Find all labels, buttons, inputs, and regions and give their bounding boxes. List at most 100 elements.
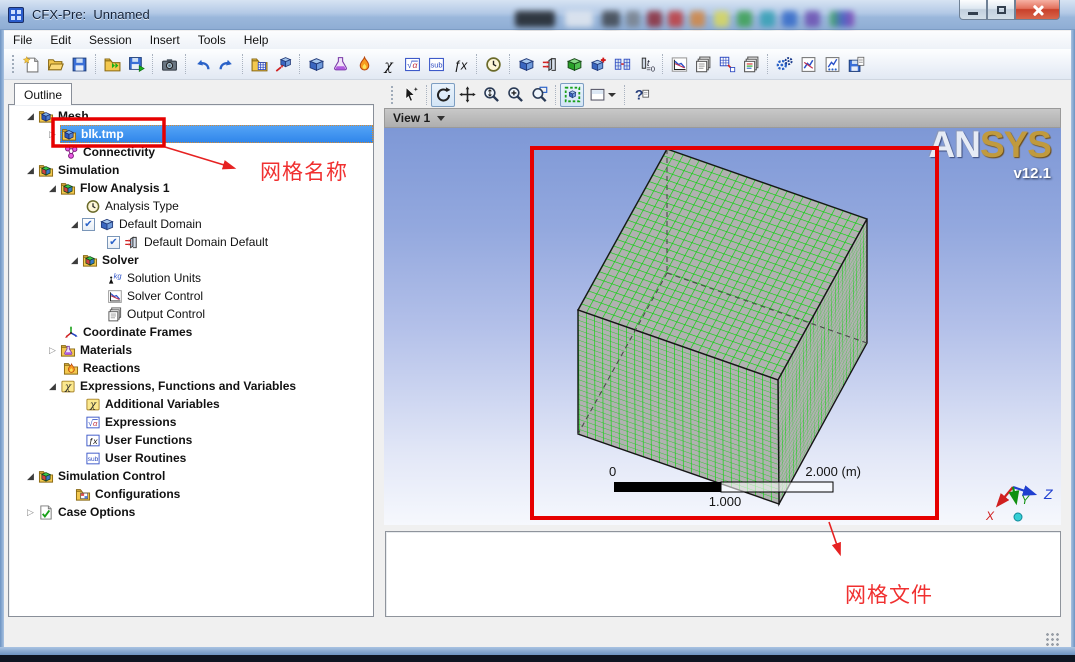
toolbar-separator: [185, 54, 186, 74]
tree-row-expressions-functions-variables[interactable]: Expressions, Functions and Variables: [9, 377, 373, 395]
tree-row-solver-control[interactable]: Solver Control: [9, 287, 373, 305]
execution-control-button[interactable]: [715, 52, 739, 76]
tree-row-expressions[interactable]: Expressions: [9, 413, 373, 431]
title-bar[interactable]: CFX-Pre: Unnamed: [0, 0, 1075, 30]
tree-row-user-routines[interactable]: User Routines: [9, 449, 373, 467]
pan-button[interactable]: [455, 83, 479, 107]
zoom-in-button[interactable]: [503, 83, 527, 107]
expander-open-icon[interactable]: [23, 467, 38, 485]
expander-open-icon[interactable]: [67, 251, 82, 269]
expander-closed-icon[interactable]: [45, 341, 60, 359]
redo-button[interactable]: [214, 52, 238, 76]
create-user-function-button[interactable]: [448, 52, 472, 76]
select-button[interactable]: [398, 83, 422, 107]
expander-open-icon[interactable]: [67, 215, 82, 233]
expander-closed-icon[interactable]: [23, 503, 38, 521]
x-axis-label: X: [985, 509, 995, 523]
menu-session[interactable]: Session: [80, 32, 141, 48]
create-material-button[interactable]: [328, 52, 352, 76]
tree-row-simulation[interactable]: Simulation: [9, 161, 373, 179]
create-reaction-button[interactable]: [352, 52, 376, 76]
expander-open-icon[interactable]: [45, 179, 60, 197]
tree-row-output-control[interactable]: Output Control: [9, 305, 373, 323]
global-initialization-button[interactable]: [634, 52, 658, 76]
minimize-button[interactable]: [959, 0, 987, 20]
menu-insert[interactable]: Insert: [141, 32, 189, 48]
tree-row-default-domain-default[interactable]: Default Domain Default: [9, 233, 373, 251]
checkbox-checked[interactable]: [107, 236, 120, 249]
import-ccl-button[interactable]: [100, 52, 124, 76]
expander-open-icon[interactable]: [45, 377, 60, 395]
transform-mesh-button[interactable]: [271, 52, 295, 76]
tree-row-solver[interactable]: Solver: [9, 251, 373, 269]
insert-boundary-button[interactable]: [538, 52, 562, 76]
solver-control-button[interactable]: [667, 52, 691, 76]
tree-row-user-functions[interactable]: User Functions: [9, 431, 373, 449]
expander-open-icon[interactable]: [23, 161, 38, 179]
viewport-3d[interactable]: 0 2.000 (m) 1.000 Z X Y ANSYS v12.1: [384, 128, 1061, 525]
user-functions-icon: [85, 433, 101, 448]
tree-row-default-domain[interactable]: Default Domain: [9, 215, 373, 233]
insert-source-point-button[interactable]: [586, 52, 610, 76]
menu-file[interactable]: File: [4, 32, 41, 48]
rotate-button[interactable]: [431, 83, 455, 107]
help-button[interactable]: [629, 83, 653, 107]
viewport-layout-button[interactable]: [584, 83, 620, 107]
fit-view-button[interactable]: [560, 83, 584, 107]
export-ccl-button[interactable]: [124, 52, 148, 76]
cfx-pre-window: CFX-Pre: Unnamed File Edit Session Inser…: [0, 0, 1075, 662]
menu-help[interactable]: Help: [235, 32, 278, 48]
maximize-button[interactable]: [987, 0, 1015, 20]
menu-tools[interactable]: Tools: [189, 32, 235, 48]
create-expression-button[interactable]: [400, 52, 424, 76]
create-additional-variable-button[interactable]: [376, 52, 400, 76]
additional-variables-icon: [85, 397, 101, 412]
tab-outline[interactable]: Outline: [14, 83, 72, 105]
new-case-button[interactable]: [19, 52, 43, 76]
zoom-button[interactable]: [479, 83, 503, 107]
tree-row-configurations[interactable]: Configurations: [9, 485, 373, 503]
create-domain-button[interactable]: [304, 52, 328, 76]
insert-domain-button[interactable]: [514, 52, 538, 76]
solution-units-icon: [107, 271, 123, 286]
close-button[interactable]: [1015, 0, 1060, 20]
define-run-button[interactable]: [796, 52, 820, 76]
analysis-type-button[interactable]: [481, 52, 505, 76]
expander-closed-icon[interactable]: [45, 125, 60, 143]
tree-row-analysis-type[interactable]: Analysis Type: [9, 197, 373, 215]
resize-grip[interactable]: [1046, 633, 1060, 647]
view-header[interactable]: View 1: [384, 108, 1061, 128]
tree-row-solution-units[interactable]: Solution Units: [9, 269, 373, 287]
expert-parameters-button[interactable]: [739, 52, 763, 76]
boundary-icon: [124, 235, 140, 250]
zoom-box-button[interactable]: [527, 83, 551, 107]
insert-subdomain-button[interactable]: [562, 52, 586, 76]
tree-row-additional-variables[interactable]: Additional Variables: [9, 395, 373, 413]
tree-row-simulation-control[interactable]: Simulation Control: [9, 467, 373, 485]
open-case-button[interactable]: [43, 52, 67, 76]
undo-button[interactable]: [190, 52, 214, 76]
tree-row-mesh[interactable]: Mesh: [9, 107, 373, 125]
save-case-button[interactable]: [67, 52, 91, 76]
configurations-button[interactable]: [772, 52, 796, 76]
tree-row-case-options[interactable]: Case Options: [9, 503, 373, 521]
expander-open-icon[interactable]: [23, 107, 38, 125]
tree-row-reactions[interactable]: Reactions: [9, 359, 373, 377]
menu-edit[interactable]: Edit: [41, 32, 80, 48]
tree-row-connectivity[interactable]: Connectivity: [9, 143, 373, 161]
tree-row-blk-tmp[interactable]: blk.tmp: [9, 125, 373, 143]
toolbar-separator: [242, 54, 243, 74]
tree-row-coordinate-frames[interactable]: Coordinate Frames: [9, 323, 373, 341]
message-panel[interactable]: [385, 531, 1061, 617]
insert-interface-button[interactable]: [610, 52, 634, 76]
glass-blob: [714, 11, 729, 27]
write-solver-file-button[interactable]: [844, 52, 868, 76]
edit-run-button[interactable]: [820, 52, 844, 76]
import-mesh-button[interactable]: [247, 52, 271, 76]
tree-row-materials[interactable]: Materials: [9, 341, 373, 359]
tree-row-flow-analysis-1[interactable]: Flow Analysis 1: [9, 179, 373, 197]
output-control-button[interactable]: [691, 52, 715, 76]
checkbox-checked[interactable]: [82, 218, 95, 231]
create-user-routine-button[interactable]: [424, 52, 448, 76]
snapshot-button[interactable]: [157, 52, 181, 76]
